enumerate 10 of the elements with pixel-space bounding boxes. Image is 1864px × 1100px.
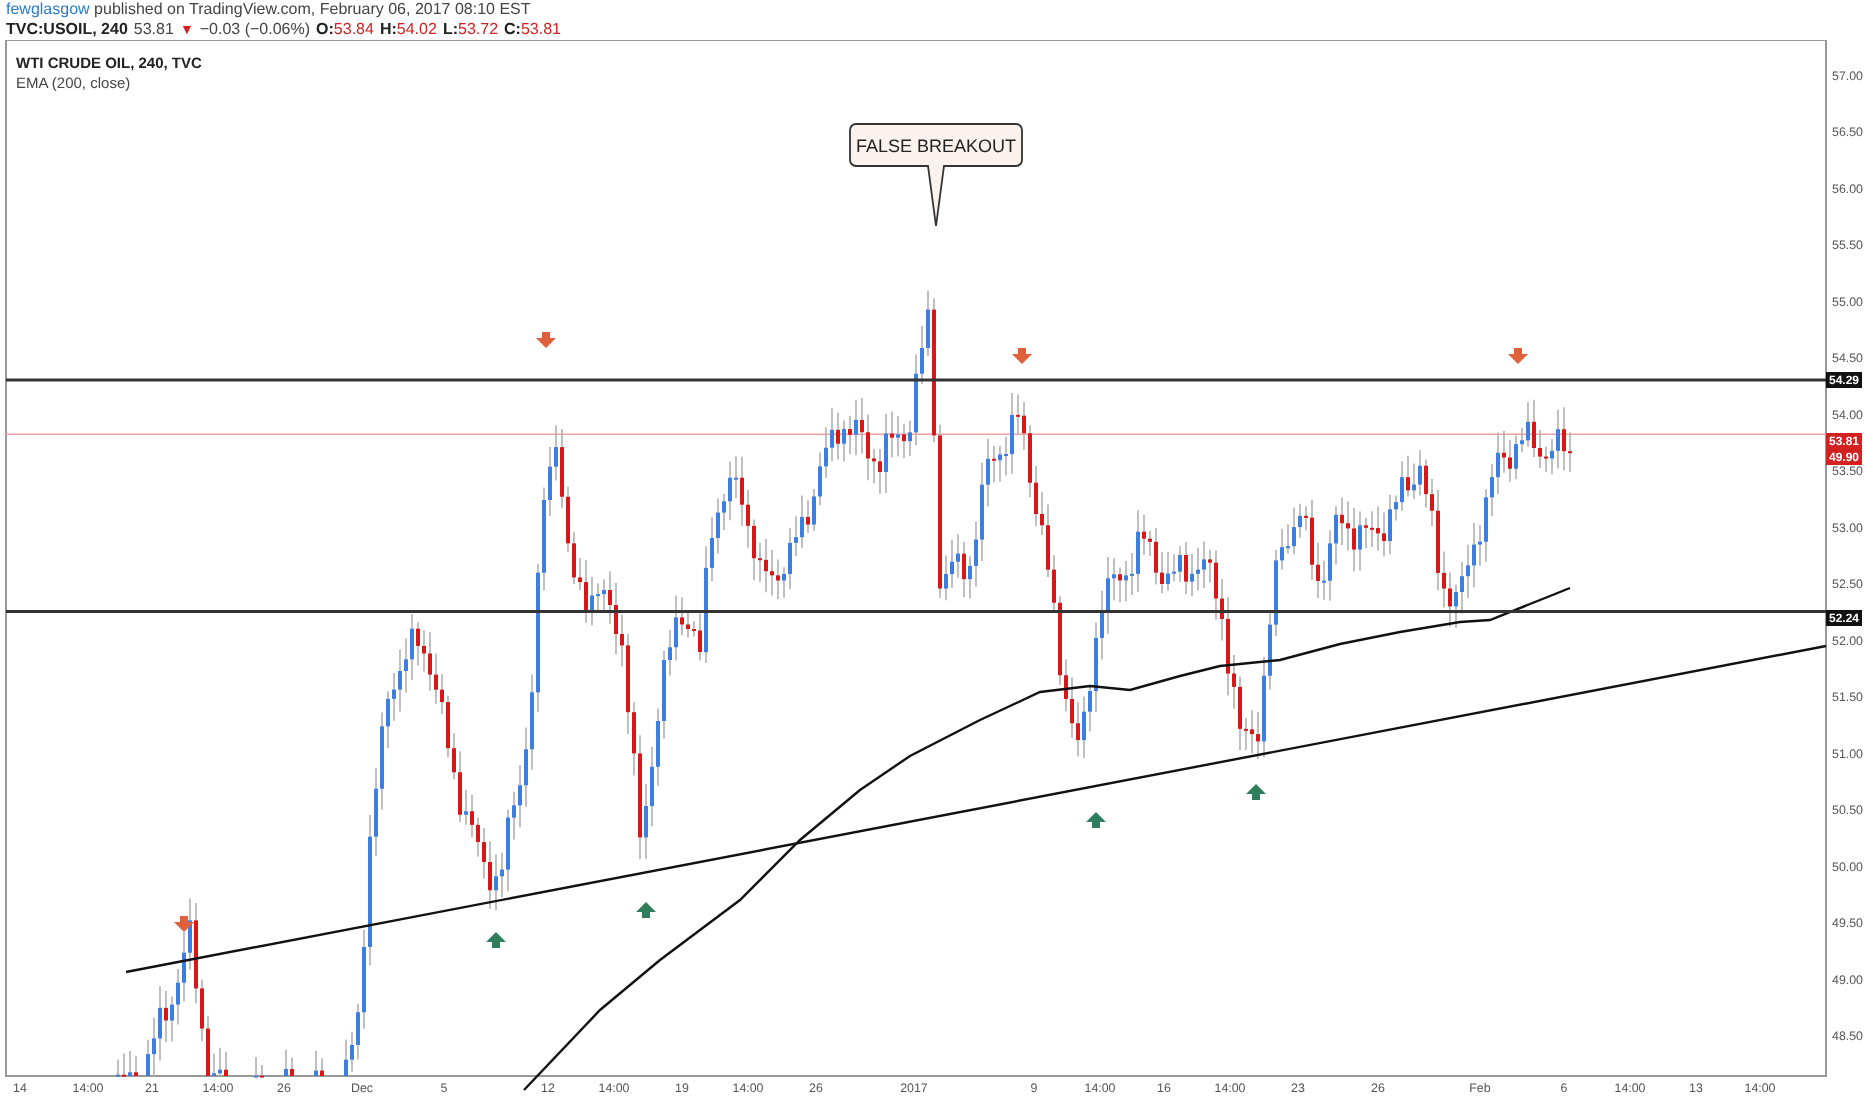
ohlc-value: O:53.84: [316, 19, 374, 39]
ohlc-value: C:53.81: [504, 19, 562, 39]
ohlc-value: L:53.72: [442, 19, 499, 39]
callout-text: FALSE BREAKOUT: [855, 136, 1017, 156]
symbol-label: TVC:USOIL, 240: [6, 19, 128, 39]
last-price: 53.81: [133, 19, 174, 39]
author-link[interactable]: fewglasgow: [6, 0, 90, 17]
publish-info: fewglasgow published on TradingView.com, February 06, 2017 08:10 EST: [6, 0, 531, 19]
ohlc-value: H:54.02: [379, 19, 437, 39]
price-change: −0.03 (−0.06%): [199, 19, 311, 39]
